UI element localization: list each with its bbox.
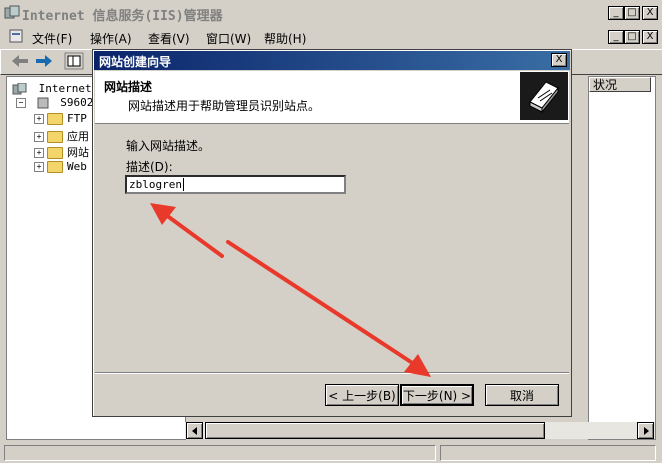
expand-icon[interactable]: + bbox=[34, 132, 44, 142]
main-title-bar: Internet 信息服务(IIS)管理器 _ □ X bbox=[0, 0, 662, 24]
app-title: Internet 信息服务(IIS)管理器 bbox=[22, 9, 223, 24]
expand-icon[interactable]: + bbox=[34, 162, 44, 172]
menu-action[interactable]: 操作(A) bbox=[90, 30, 132, 47]
tree-item-label: FTP bbox=[67, 112, 87, 125]
description-value: zblogren bbox=[129, 178, 182, 191]
wizard-book-icon bbox=[520, 72, 568, 120]
close-button[interactable]: X bbox=[642, 6, 658, 20]
wizard-close-button[interactable]: X bbox=[551, 53, 567, 67]
text-caret bbox=[182, 178, 184, 191]
folder-icon bbox=[47, 113, 63, 125]
doc-restore-button[interactable]: □ bbox=[624, 30, 640, 44]
status-panel-main bbox=[4, 445, 436, 461]
mmc-doc-icon bbox=[9, 29, 23, 43]
menu-help[interactable]: 帮助(H) bbox=[264, 30, 306, 47]
cancel-button[interactable]: 取消 bbox=[485, 384, 559, 406]
next-button[interactable]: 下一步(N) > bbox=[400, 384, 474, 406]
iis-tree-icon bbox=[12, 82, 27, 95]
menu-file[interactable]: 文件(F) bbox=[32, 30, 72, 47]
tree-item-ftp[interactable]: + FTP bbox=[34, 112, 87, 125]
tree-item-websites[interactable]: + 网站 bbox=[34, 144, 89, 160]
tree-item-label: Web bbox=[67, 160, 87, 173]
tree-item-label: 网站 bbox=[67, 146, 89, 159]
wizard-header-title: 网站描述 bbox=[104, 80, 153, 94]
minimize-button[interactable]: _ bbox=[608, 6, 624, 20]
description-input[interactable]: zblogren bbox=[125, 175, 346, 194]
tree-item-apps[interactable]: + 应用 bbox=[34, 128, 89, 144]
folder-icon bbox=[47, 131, 63, 143]
expand-icon[interactable]: + bbox=[34, 148, 44, 158]
wizard-header-subtitle: 网站描述用于帮助管理员识别站点。 bbox=[128, 99, 321, 113]
scroll-right-icon bbox=[643, 426, 649, 435]
tree-item-web[interactable]: + Web bbox=[34, 160, 87, 173]
folder-icon bbox=[47, 147, 63, 159]
scroll-left-button[interactable] bbox=[186, 422, 203, 439]
doc-close-button[interactable]: X bbox=[642, 30, 658, 44]
expand-icon[interactable]: + bbox=[34, 114, 44, 124]
scroll-right-button[interactable] bbox=[637, 422, 654, 439]
forward-arrow-icon[interactable] bbox=[34, 53, 54, 69]
wizard-separator bbox=[95, 372, 569, 374]
show-hide-tree-icon[interactable] bbox=[64, 52, 84, 70]
doc-minimize-button[interactable]: _ bbox=[608, 30, 624, 44]
back-button[interactable]: < 上一步(B) bbox=[325, 384, 399, 406]
tree-item-label: 应用 bbox=[67, 130, 89, 143]
column-header-status[interactable]: 状况 bbox=[589, 77, 651, 92]
iis-app-icon bbox=[4, 5, 20, 19]
menu-window[interactable]: 窗口(W) bbox=[206, 30, 251, 47]
server-icon bbox=[37, 97, 49, 109]
scroll-thumb[interactable] bbox=[205, 422, 545, 439]
collapse-icon[interactable]: − bbox=[16, 98, 26, 108]
back-arrow-icon[interactable] bbox=[10, 53, 30, 69]
wizard-instruction: 输入网站描述。 bbox=[126, 139, 211, 153]
menu-view[interactable]: 查看(V) bbox=[148, 30, 190, 47]
description-label: 描述(D): bbox=[126, 160, 173, 174]
maximize-button[interactable]: □ bbox=[624, 6, 640, 20]
result-pane bbox=[588, 76, 656, 440]
status-panel-side bbox=[440, 445, 656, 461]
wizard-title: 网站创建向导 bbox=[99, 55, 172, 69]
status-bar bbox=[0, 443, 662, 463]
scroll-left-icon bbox=[191, 426, 197, 435]
wizard-title-bar: 网站创建向导 bbox=[94, 51, 570, 70]
folder-icon bbox=[47, 161, 63, 173]
